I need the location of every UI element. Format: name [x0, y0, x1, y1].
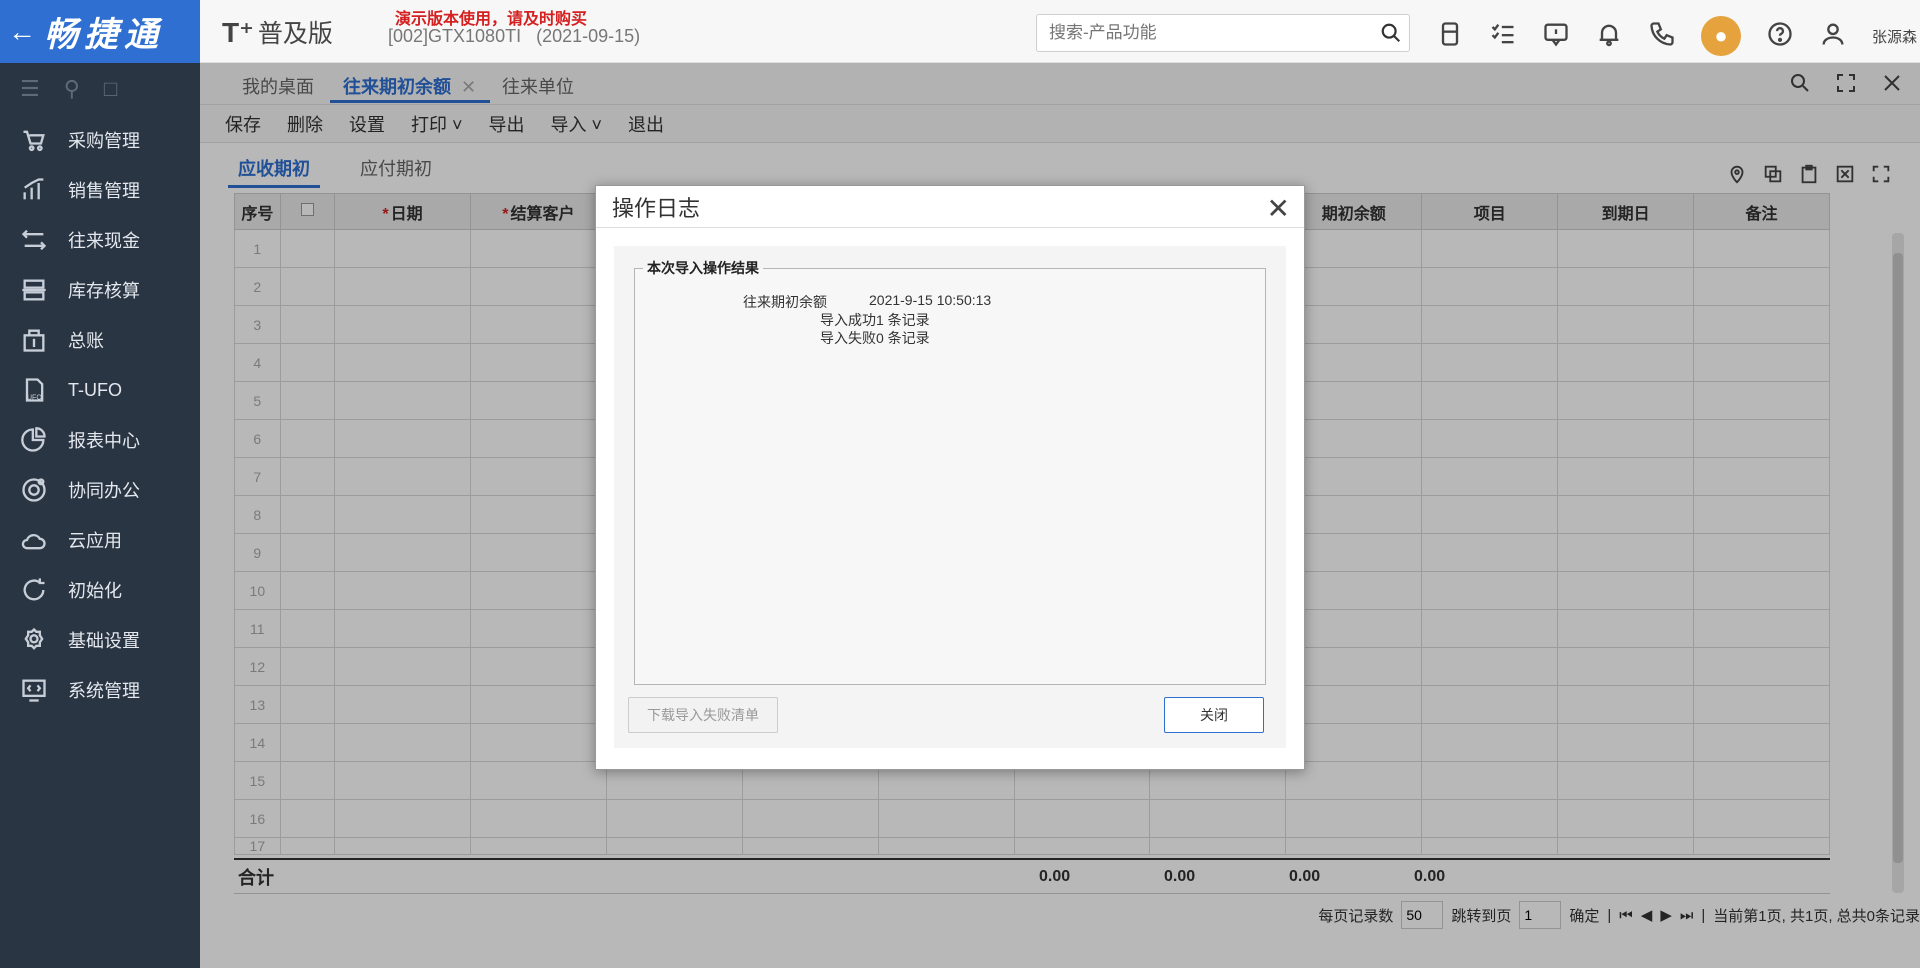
close-icon[interactable]: ✕ — [1267, 192, 1290, 225]
log-item-name: 往来期初余额 — [743, 294, 827, 310]
download-failed-list-button[interactable]: 下载导入失败清单 — [628, 697, 778, 733]
import-result-panel: 本次导入操作结果 往来期初余额 2021-9-15 10:50:13 导入成功1… — [634, 258, 1266, 685]
dialog-body: 本次导入操作结果 往来期初余额 2021-9-15 10:50:13 导入成功1… — [614, 246, 1286, 748]
sidebar-item-system-monitor[interactable]: 系统管理 — [0, 665, 200, 715]
phone-icon[interactable] — [1648, 20, 1676, 53]
calculator-icon[interactable] — [1436, 20, 1464, 53]
brand-bar[interactable]: ← 畅捷通 — [0, 0, 200, 63]
operation-log-dialog: 操作日志 ✕ 本次导入操作结果 往来期初余额 2021-9-15 10:50:1… — [595, 185, 1305, 770]
sales-chart-icon — [18, 176, 50, 204]
back-arrow-icon[interactable]: ← — [8, 16, 36, 48]
mascot-avatar-icon[interactable]: ● — [1701, 16, 1741, 56]
exchange-icon — [18, 226, 50, 254]
task-list-icon[interactable] — [1489, 20, 1517, 53]
menu-icon[interactable]: ☰ — [20, 76, 40, 102]
sidebar-item-label: 云应用 — [68, 531, 122, 551]
account-date: (2021-09-15) — [536, 26, 641, 46]
ufo-icon: UFO — [18, 376, 50, 404]
sidebar-item-refresh[interactable]: 初始化 — [0, 565, 200, 615]
sidebar-item-settings[interactable]: 基础设置 — [0, 615, 200, 665]
search-icon[interactable] — [1373, 22, 1409, 44]
user-name[interactable]: 张源森 — [1872, 26, 1917, 47]
sidebar-item-label: 采购管理 — [68, 131, 140, 151]
sidebar-item-purchase[interactable]: 采购管理 — [0, 115, 200, 165]
sidebar-item-pie-chart[interactable]: 报表中心 — [0, 415, 200, 465]
sidebar-tools: ☰ ⚲ □ — [0, 63, 200, 115]
top-header: T⁺ 普及版 演示版本使用，请及时购买 [002]GTX1080TI (2021-… — [200, 0, 1920, 63]
sidebar-item-label: 报表中心 — [68, 431, 140, 451]
sidebar: ← 畅捷通 ☰ ⚲ □ 采购管理销售管理往来现金库存核算总账 UFO T-UFO 报表… — [0, 0, 200, 968]
inventory-icon — [18, 276, 50, 304]
sidebar-item-label: 往来现金 — [68, 231, 140, 251]
user-icon[interactable] — [1819, 20, 1847, 53]
brand-name: 畅捷通 — [44, 16, 164, 54]
add-icon[interactable]: □ — [104, 76, 117, 102]
sidebar-item-label: 总账 — [68, 331, 104, 351]
log-success-count: 导入成功1 条记录 — [820, 312, 930, 328]
notification-bell-icon[interactable] — [1595, 20, 1623, 53]
collaboration-icon — [18, 476, 50, 504]
refresh-icon — [18, 576, 50, 604]
help-icon[interactable] — [1766, 20, 1794, 53]
sidebar-item-label: 初始化 — [68, 581, 122, 601]
sidebar-item-inventory[interactable]: 库存核算 — [0, 265, 200, 315]
settings-icon — [18, 626, 50, 654]
sidebar-menu: 采购管理销售管理往来现金库存核算总账 UFO T-UFO 报表中心协同办公云应用初始化… — [0, 115, 200, 715]
product-logo: T⁺ 普及版 — [222, 14, 333, 50]
account-code: [002]GTX1080TI — [388, 26, 522, 46]
log-failed-count: 导入失败0 条记录 — [820, 330, 930, 346]
sidebar-item-label: T-UFO — [68, 379, 122, 400]
logo-mark: T⁺ — [222, 17, 254, 48]
dialog-header: 操作日志 ✕ — [596, 186, 1304, 228]
sidebar-item-sales-chart[interactable]: 销售管理 — [0, 165, 200, 215]
svg-text:UFO: UFO — [27, 394, 42, 401]
close-button[interactable]: 关闭 — [1164, 697, 1264, 733]
dialog-title: 操作日志 — [612, 195, 701, 221]
edition-label: 普及版 — [257, 20, 333, 48]
log-item-time: 2021-9-15 10:50:13 — [869, 292, 992, 308]
system-monitor-icon — [18, 676, 50, 704]
sidebar-item-collaboration[interactable]: 协同办公 — [0, 465, 200, 515]
sidebar-item-cloud[interactable]: 云应用 — [0, 515, 200, 565]
sidebar-item-ufo[interactable]: UFO T-UFO — [0, 365, 200, 415]
sidebar-item-label: 系统管理 — [68, 681, 140, 701]
search-icon[interactable]: ⚲ — [64, 76, 80, 102]
search-input[interactable] — [1037, 15, 1373, 51]
message-icon[interactable] — [1542, 20, 1570, 53]
account-info: [002]GTX1080TI (2021-09-15) — [388, 26, 640, 47]
purchase-icon — [18, 126, 50, 154]
sidebar-item-label: 库存核算 — [68, 281, 140, 301]
sidebar-item-label: 基础设置 — [68, 631, 140, 651]
sidebar-item-label: 销售管理 — [68, 181, 140, 201]
header-icons: ● 张源森 — [1436, 16, 1917, 56]
ledger-icon — [18, 326, 50, 354]
sidebar-item-ledger[interactable]: 总账 — [0, 315, 200, 365]
result-legend: 本次导入操作结果 — [647, 260, 759, 276]
search-box[interactable] — [1036, 14, 1410, 52]
cloud-icon — [18, 526, 50, 554]
sidebar-item-label: 协同办公 — [68, 481, 140, 501]
sidebar-item-exchange[interactable]: 往来现金 — [0, 215, 200, 265]
pie-chart-icon — [18, 426, 50, 454]
